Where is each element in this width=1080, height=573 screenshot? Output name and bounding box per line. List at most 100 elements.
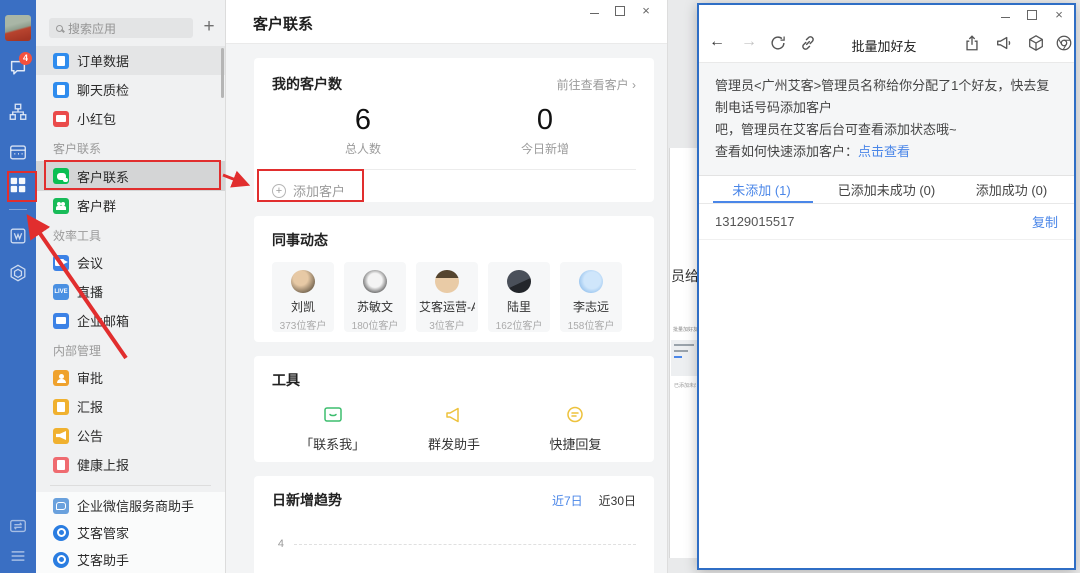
workspace-hexagon-icon[interactable] <box>8 263 28 283</box>
live-icon: LIVE <box>53 284 69 300</box>
docs-icon[interactable] <box>8 226 28 246</box>
tool-mass-message[interactable]: 群发助手 <box>393 404 514 453</box>
app-list-panel: 搜索应用 + 订单数据 聊天质检 小红包 客户联系 客户联系 <box>36 0 226 573</box>
background-text-fragment: 员给他 <box>671 266 697 286</box>
background-window-sliver: 员给他 批量加好友 已添加未成功 <box>669 148 697 558</box>
app-item-meeting[interactable]: 会议 <box>36 248 225 277</box>
maximize-button[interactable] <box>1023 8 1041 22</box>
browser-chrome-icon[interactable] <box>1055 34 1075 54</box>
colleague-tile[interactable]: 刘凯 373位客户 <box>272 262 334 332</box>
tab-7-days[interactable]: 近7日 <box>552 492 583 509</box>
app-item-announcement[interactable]: 公告 <box>36 421 225 450</box>
forward-icon[interactable]: → <box>741 33 757 51</box>
link-icon[interactable] <box>799 34 819 54</box>
tools-card: 工具 「联系我」 群发助手 <box>254 356 654 462</box>
message-line-3: 查看如何快速添加客户：点击查看 <box>715 141 1058 163</box>
workbench-apps-icon[interactable] <box>8 175 28 195</box>
copy-link[interactable]: 复制 <box>1032 212 1058 231</box>
view-customers-link[interactable]: 前往查看客户 › <box>557 76 636 93</box>
tab-added-failed[interactable]: 已添加未成功 (0) <box>824 180 949 199</box>
app-item-mail[interactable]: 企业邮箱 <box>36 306 225 335</box>
avatar <box>435 270 459 293</box>
package-cube-icon[interactable] <box>1027 34 1047 54</box>
y-tick: 4 <box>272 538 284 550</box>
message-line-2: 吧，管理员在艾客后台可查看添加状态哦~ <box>715 119 1058 141</box>
plus-circle-icon <box>272 184 286 198</box>
my-customers-card: 我的客户数 前往查看客户 › 6 总人数 0 今日新增 添加客户 <box>254 58 654 202</box>
main-panel: 客户联系 × 我的客户数 前往查看客户 › 6 总人数 <box>226 0 668 573</box>
tool-quick-reply[interactable]: 快捷回复 <box>515 404 636 453</box>
tool-contact-me[interactable]: 「联系我」 <box>272 404 393 453</box>
avatar <box>291 270 315 293</box>
contact-me-icon <box>322 404 344 426</box>
background-mini-title: 批量加好友 <box>673 326 697 333</box>
scrollbar-thumb[interactable] <box>221 48 224 98</box>
contacts-icon[interactable] <box>8 102 28 122</box>
aike-assistant-icon <box>53 552 69 568</box>
share-icon[interactable] <box>963 34 983 54</box>
close-button[interactable]: × <box>637 3 655 19</box>
list-divider <box>50 485 211 486</box>
app-item-order-data[interactable]: 订单数据 <box>36 46 225 75</box>
mass-message-icon <box>443 404 465 426</box>
app-item-customer-group[interactable]: 客户群 <box>36 191 225 220</box>
stat-new-today: 0 今日新增 <box>454 104 636 157</box>
main-header: 客户联系 × <box>226 0 667 44</box>
section-customer-contact: 客户联系 <box>36 133 225 161</box>
colleagues-card: 同事动态 刘凯 373位客户 苏敏文 180位客户 艾客运营-A.. 3位客户 <box>254 216 654 342</box>
colleagues-title: 同事动态 <box>272 230 636 250</box>
refresh-icon[interactable] <box>769 34 789 54</box>
colleague-tile[interactable]: 苏敏文 180位客户 <box>344 262 406 332</box>
click-to-view-link[interactable]: 点击查看 <box>858 144 910 159</box>
aike-manager-icon <box>53 525 69 541</box>
provider-helper-icon <box>53 498 69 514</box>
colleague-tile[interactable]: 艾客运营-A.. 3位客户 <box>416 262 478 332</box>
tab-not-added[interactable]: 未添加 (1) <box>699 180 824 199</box>
avatar <box>579 270 603 293</box>
red-packet-icon <box>53 111 69 127</box>
app-item-chat-qc[interactable]: 聊天质检 <box>36 75 225 104</box>
phone-row: 13129015517 复制 <box>699 204 1074 240</box>
app-item-aike-manager[interactable]: 艾客管家 <box>36 519 225 546</box>
background-mini-tab: 已添加未成功 <box>674 382 696 389</box>
avatar <box>363 270 387 293</box>
file-transfer-icon[interactable] <box>8 516 28 536</box>
trend-card: 日新增趋势 近7日 近30日 4 3 <box>254 476 654 573</box>
page-title: 客户联系 <box>253 13 313 34</box>
search-input[interactable]: 搜索应用 <box>49 18 193 38</box>
customer-contact-icon <box>53 168 69 184</box>
health-report-icon <box>53 457 69 473</box>
minimize-button[interactable] <box>585 3 603 19</box>
rail-divider <box>9 209 27 210</box>
approval-icon <box>53 370 69 386</box>
minimize-button[interactable] <box>996 8 1014 22</box>
window-titlebar: × <box>699 5 1074 25</box>
app-item-aike-assistant[interactable]: 艾客助手 <box>36 546 225 573</box>
screen: 4 <box>0 0 1080 573</box>
app-item-report[interactable]: 汇报 <box>36 392 225 421</box>
feedback-megaphone-icon[interactable] <box>995 34 1015 54</box>
message-line-1: 管理员<广州艾客>管理员名称给你分配了1个好友，快去复制电话号码添加客户 <box>715 75 1058 119</box>
avatar <box>507 270 531 293</box>
tab-added-success[interactable]: 添加成功 (0) <box>949 180 1074 199</box>
app-item-live[interactable]: LIVE 直播 <box>36 277 225 306</box>
maximize-button[interactable] <box>611 3 629 19</box>
menu-icon[interactable] <box>8 546 28 566</box>
avatar[interactable] <box>5 15 31 41</box>
back-icon[interactable]: ← <box>709 33 725 51</box>
add-app-button[interactable]: + <box>198 15 220 39</box>
app-item-approval[interactable]: 审批 <box>36 363 225 392</box>
close-button[interactable]: × <box>1050 8 1068 22</box>
pinned-apps: 企业微信服务商助手 艾客管家 艾客助手 <box>36 492 225 573</box>
colleague-tile[interactable]: 陆里 162位客户 <box>488 262 550 332</box>
app-item-health-report[interactable]: 健康上报 <box>36 450 225 479</box>
tab-30-days[interactable]: 近30日 <box>599 492 636 509</box>
colleague-tile[interactable]: 李志远 158位客户 <box>560 262 622 332</box>
phone-number: 13129015517 <box>715 214 1032 229</box>
calendar-icon[interactable] <box>8 142 28 162</box>
add-customer-button[interactable]: 添加客户 <box>272 181 636 200</box>
app-item-red-packet[interactable]: 小红包 <box>36 104 225 133</box>
app-item-customer-contact[interactable]: 客户联系 <box>36 161 225 191</box>
app-item-wecom-provider-helper[interactable]: 企业微信服务商助手 <box>36 492 225 519</box>
customer-group-icon <box>53 198 69 214</box>
